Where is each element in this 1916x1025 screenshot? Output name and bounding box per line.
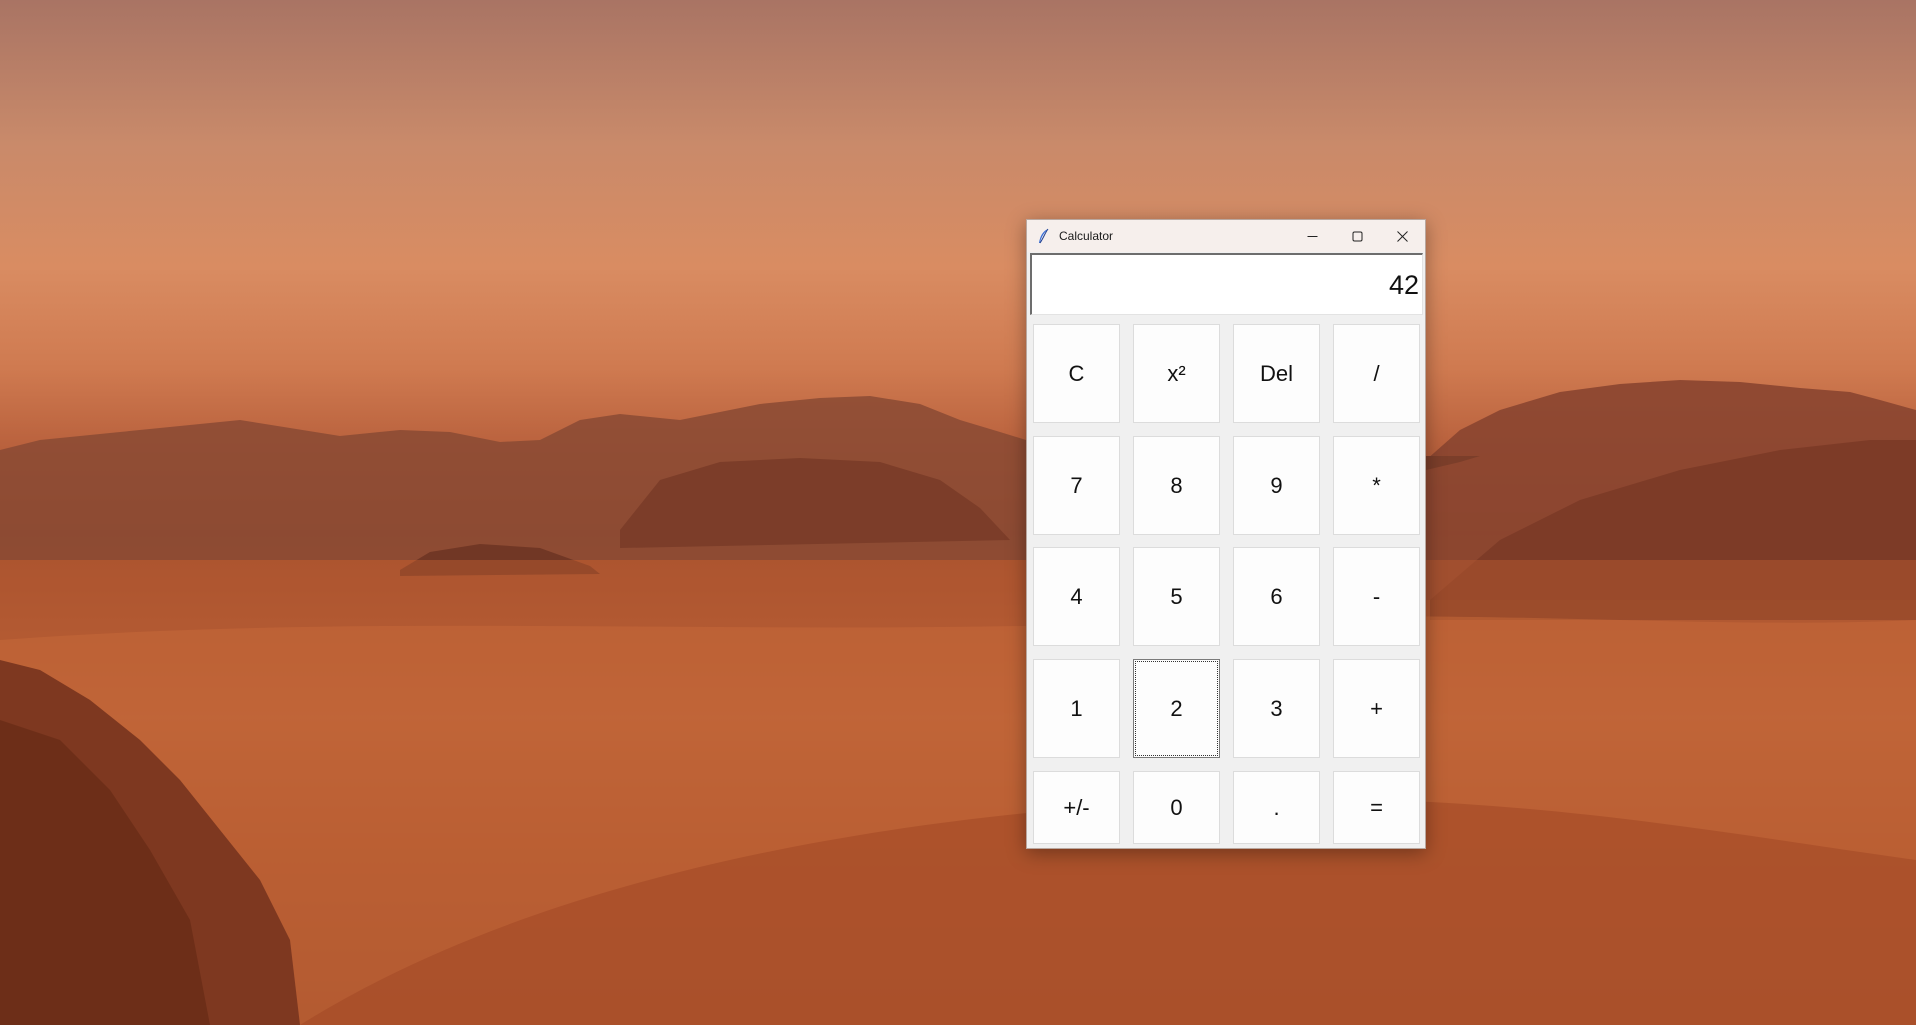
key-subtract[interactable]: - <box>1333 547 1420 646</box>
key-equals[interactable]: = <box>1333 771 1420 844</box>
close-icon <box>1397 230 1408 242</box>
calculator-window: Calculator 42 C x² Del / 7 8 9 * 4 5 6 -… <box>1026 219 1426 849</box>
key-divide[interactable]: / <box>1333 324 1420 423</box>
key-2[interactable]: 2 <box>1133 659 1220 758</box>
result-display[interactable]: 42 <box>1030 253 1423 315</box>
key-negate[interactable]: +/- <box>1033 771 1120 844</box>
key-delete[interactable]: Del <box>1233 324 1320 423</box>
maximize-icon <box>1352 231 1363 241</box>
key-add[interactable]: + <box>1333 659 1420 758</box>
key-multiply[interactable]: * <box>1333 436 1420 535</box>
minimize-icon <box>1307 235 1318 237</box>
key-square[interactable]: x² <box>1133 324 1220 423</box>
key-3[interactable]: 3 <box>1233 659 1320 758</box>
key-6[interactable]: 6 <box>1233 547 1320 646</box>
key-decimal[interactable]: . <box>1233 771 1320 844</box>
key-8[interactable]: 8 <box>1133 436 1220 535</box>
key-9[interactable]: 9 <box>1233 436 1320 535</box>
feather-icon <box>1039 228 1049 244</box>
key-7[interactable]: 7 <box>1033 436 1120 535</box>
window-title: Calculator <box>1059 229 1114 243</box>
key-1[interactable]: 1 <box>1033 659 1120 758</box>
key-clear[interactable]: C <box>1033 324 1120 423</box>
key-4[interactable]: 4 <box>1033 547 1120 646</box>
maximize-button[interactable] <box>1335 220 1380 252</box>
close-button[interactable] <box>1380 220 1425 252</box>
desert-landscape <box>0 380 1916 1025</box>
minimize-button[interactable] <box>1290 220 1335 252</box>
desktop-wallpaper: Calculator 42 C x² Del / 7 8 9 * 4 5 6 -… <box>0 0 1916 1025</box>
title-bar[interactable]: Calculator <box>1027 220 1425 252</box>
key-0[interactable]: 0 <box>1133 771 1220 844</box>
key-5[interactable]: 5 <box>1133 547 1220 646</box>
